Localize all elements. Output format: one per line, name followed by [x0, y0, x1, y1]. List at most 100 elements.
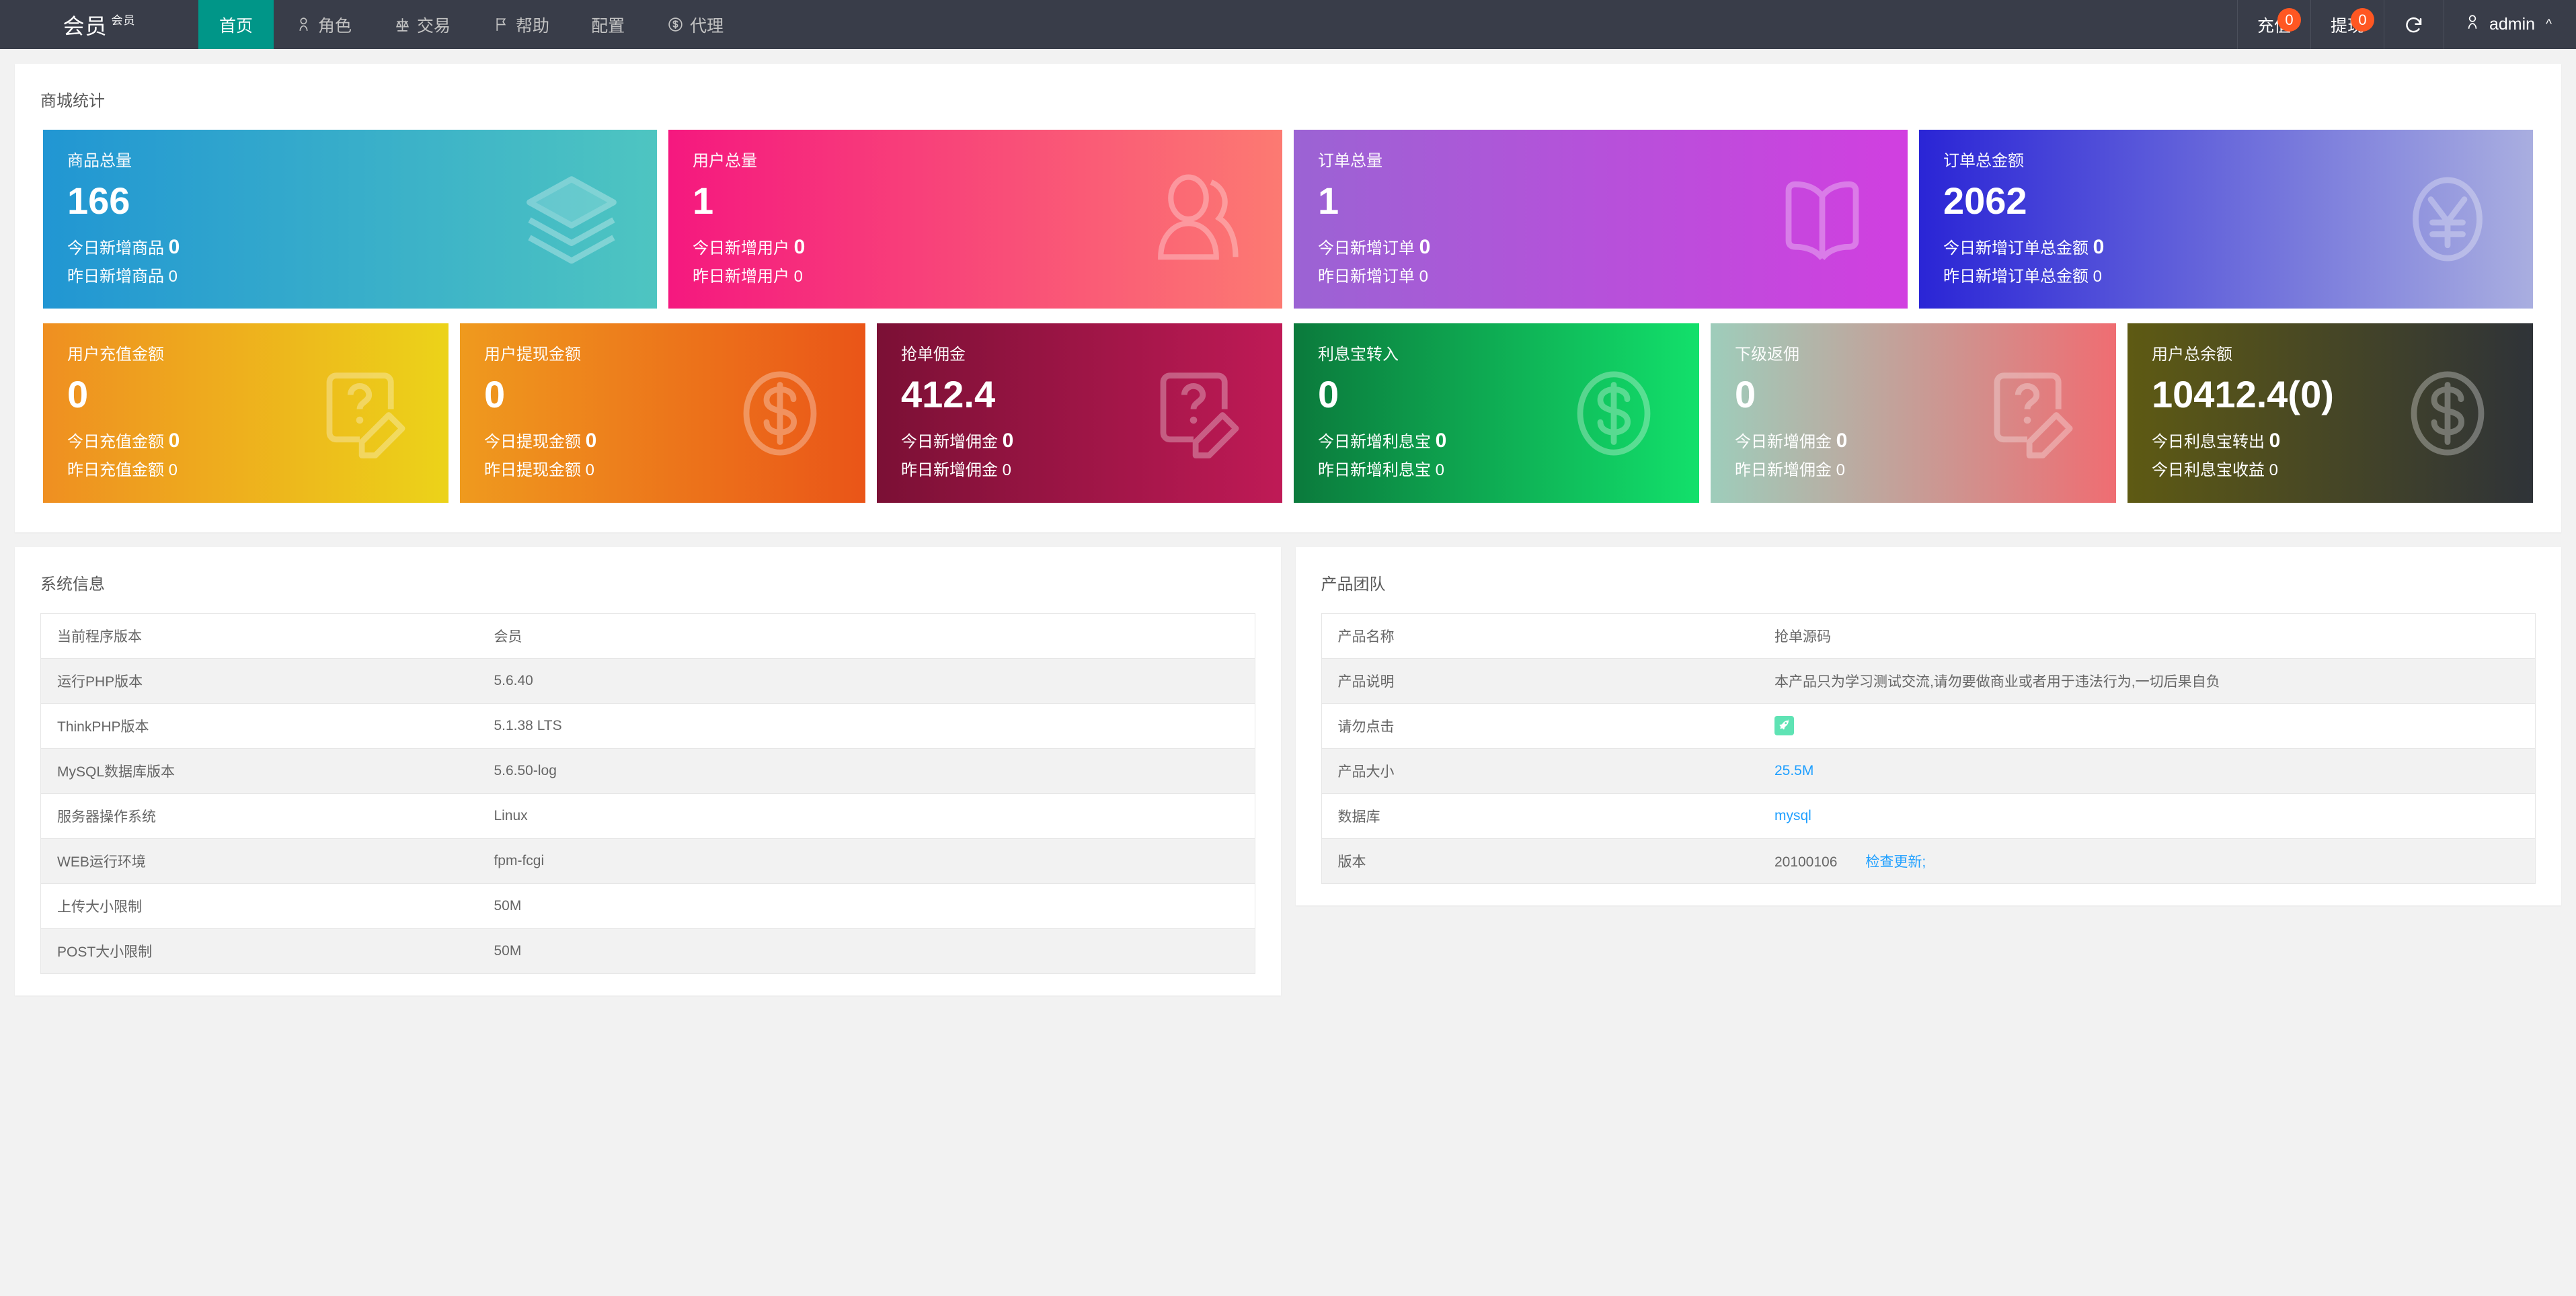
system-info-panel: 系统信息 当前程序版本 会员 运行PHP版本 5.6.40 ThinkPHP版本 5.1.…	[15, 546, 1281, 996]
main-nav: 首页 角色 交易 帮助 配置 代理	[198, 0, 744, 49]
logo-subtitle: 会员	[111, 14, 136, 27]
nav-label-trade: 交易	[417, 16, 451, 36]
page-content: 商城统计 商品总量 166 今日新增商品 0 昨日新增商品 0 用户总量 1 今日新增用户 …	[0, 49, 2576, 996]
row-value: 本产品只为学习测试交流,请勿要做商业或者用于违法行为,一切后果自负	[1758, 658, 2536, 704]
user-menu[interactable]: admin ^	[2443, 0, 2576, 49]
stat-card[interactable]: 利息宝转入 0 今日新增利息宝 0 昨日新增利息宝 0	[1294, 323, 1699, 503]
note-pencil-icon	[1980, 363, 2081, 464]
recharge-badge: 0	[2277, 8, 2301, 32]
stat-card-title: 用户总余额	[2152, 346, 2232, 364]
row-value: fpm-fcgi	[477, 838, 1255, 884]
user-icon	[1146, 169, 1247, 270]
recharge-button[interactable]: 充值 0	[2236, 0, 2310, 49]
row-value: 5.6.50-log	[477, 748, 1255, 794]
top-header: 会员 会员 首页 角色 交易 帮助 配置 代理 充值 0 提现 0 admin …	[0, 0, 2576, 49]
book-icon	[1772, 169, 1873, 270]
stat-card-title: 用户提现金额	[484, 346, 581, 364]
table-row: 服务器操作系统 Linux	[40, 793, 1255, 839]
mall-stats-title: 商城统计	[40, 92, 105, 110]
table-row: 产品大小 25.5M	[1321, 748, 2536, 794]
row-value: 25.5M	[1758, 748, 2536, 794]
dollar-circle-icon	[666, 16, 684, 34]
stat-card[interactable]: 订单总金额 2062 今日新增订单总金额 0 昨日新增订单总金额 0	[1919, 130, 2533, 309]
stat-card[interactable]: 商品总量 166 今日新增商品 0 昨日新增商品 0	[43, 130, 657, 309]
nav-label-agent: 代理	[690, 16, 724, 36]
withdraw-badge: 0	[2350, 8, 2374, 32]
stat-card[interactable]: 下级返佣 0 今日新增佣金 0 昨日新增佣金 0	[1711, 323, 2116, 503]
header-actions: 充值 0 提现 0 admin ^	[2236, 0, 2576, 49]
nav-item-help[interactable]: 帮助	[471, 0, 570, 49]
bottom-panels: 系统信息 当前程序版本 会员 运行PHP版本 5.6.40 ThinkPHP版本 5.1.…	[15, 532, 2561, 996]
yen-icon	[2397, 169, 2498, 270]
row-key: 产品名称	[1321, 613, 1758, 659]
nav-item-agent[interactable]: 代理	[646, 0, 744, 49]
table-row: 运行PHP版本 5.6.40	[40, 658, 1255, 704]
system-info-title: 系统信息	[40, 575, 105, 594]
table-row: ThinkPHP版本 5.1.38 LTS	[40, 703, 1255, 749]
nav-item-home[interactable]: 首页	[198, 0, 274, 49]
stat-card[interactable]: 订单总量 1 今日新增订单 0 昨日新增订单 0	[1294, 130, 1908, 309]
stat-card[interactable]: 用户总余额 10412.4(0) 今日利息宝转出 0 今日利息宝收益 0	[2128, 323, 2533, 503]
row-key: MySQL数据库版本	[40, 748, 478, 794]
stat-card[interactable]: 抢单佣金 412.4 今日新增佣金 0 昨日新增佣金 0	[877, 323, 1282, 503]
stat-card-title: 商品总量	[67, 152, 132, 170]
stat-card-title: 下级返佣	[1735, 346, 1799, 364]
note-pencil-icon	[1146, 363, 1247, 464]
row-value: 5.6.40	[477, 658, 1255, 704]
stat-card-row-1: 商品总量 166 今日新增商品 0 昨日新增商品 0 用户总量 1 今日新增用户 0 昨日新增…	[43, 130, 2533, 309]
system-info-table: 当前程序版本 会员 运行PHP版本 5.6.40 ThinkPHP版本 5.1.38 LT…	[40, 612, 1255, 974]
row-value	[1758, 703, 2536, 749]
flag-icon	[492, 16, 510, 34]
product-team-panel: 产品团队 产品名称 抢单源码 产品说明 本产品只为学习测试交流,请勿要做商业或者用于违…	[1295, 546, 2561, 905]
row-value: 50M	[477, 883, 1255, 929]
product-team-col: 产品团队 产品名称 抢单源码 产品说明 本产品只为学习测试交流,请勿要做商业或者用于违…	[1295, 546, 2561, 996]
logo-title: 会员	[63, 13, 108, 38]
row-key: 数据库	[1321, 793, 1758, 839]
refresh-icon	[2404, 15, 2424, 35]
row-value: Linux	[477, 793, 1255, 839]
table-row: 版本 20100106 检查更新;	[1321, 838, 2536, 884]
nav-label-home: 首页	[219, 16, 253, 36]
row-value: 5.1.38 LTS	[477, 703, 1255, 749]
row-value: 会员	[477, 613, 1255, 659]
stat-card-title: 抢单佣金	[901, 346, 966, 364]
row-value: mysql	[1758, 793, 2536, 839]
row-key: 运行PHP版本	[40, 658, 478, 704]
stat-card-title: 利息宝转入	[1318, 346, 1399, 364]
row-key: WEB运行环境	[40, 838, 478, 884]
user-name: admin	[2489, 15, 2536, 34]
stat-card-title: 订单总金额	[1943, 152, 2024, 170]
system-info-col: 系统信息 当前程序版本 会员 运行PHP版本 5.6.40 ThinkPHP版本 5.1.…	[15, 546, 1281, 996]
stat-card-title: 用户总量	[693, 152, 757, 170]
nav-item-config[interactable]: 配置	[570, 0, 646, 49]
rocket-icon[interactable]	[1774, 716, 1794, 736]
dollar-circle-icon	[730, 363, 830, 464]
nav-label-role: 角色	[318, 16, 352, 36]
check-update-link[interactable]: 检查更新;	[1865, 854, 1926, 870]
stat-card-row-2: 用户充值金额 0 今日充值金额 0 昨日充值金额 0 用户提现金额 0 今日提现金额 0 昨日…	[43, 323, 2533, 503]
table-row: 上传大小限制 50M	[40, 883, 1255, 929]
stat-card-title: 订单总量	[1318, 152, 1382, 170]
stat-cards-wrap: 商品总量 166 今日新增商品 0 昨日新增商品 0 用户总量 1 今日新增用户 0 昨日新增…	[15, 130, 2561, 532]
withdraw-button[interactable]: 提现 0	[2310, 0, 2384, 49]
row-value-link[interactable]: 25.5M	[1774, 763, 1813, 778]
row-key: 上传大小限制	[40, 883, 478, 929]
stat-card[interactable]: 用户提现金额 0 今日提现金额 0 昨日提现金额 0	[460, 323, 865, 503]
table-row: POST大小限制 50M	[40, 928, 1255, 974]
app-logo[interactable]: 会员 会员	[0, 0, 198, 49]
stat-card[interactable]: 用户充值金额 0 今日充值金额 0 昨日充值金额 0	[43, 323, 448, 503]
chevron-up-icon: ^	[2546, 17, 2552, 32]
row-key: 请勿点击	[1321, 703, 1758, 749]
row-key: 版本	[1337, 854, 1366, 870]
row-value-link[interactable]: mysql	[1774, 808, 1811, 823]
nav-item-trade[interactable]: 交易	[373, 0, 471, 49]
table-row: 请勿点击	[1321, 703, 2536, 749]
refresh-button[interactable]	[2383, 0, 2444, 49]
nav-item-role[interactable]: 角色	[274, 0, 373, 49]
stat-card[interactable]: 用户总量 1 今日新增用户 0 昨日新增用户 0	[668, 130, 1282, 309]
table-row: 数据库 mysql	[1321, 793, 2536, 839]
layers-icon	[521, 169, 622, 270]
nav-label-config: 配置	[591, 16, 625, 36]
row-key: 服务器操作系统	[40, 793, 478, 839]
nav-label-help: 帮助	[516, 16, 550, 36]
